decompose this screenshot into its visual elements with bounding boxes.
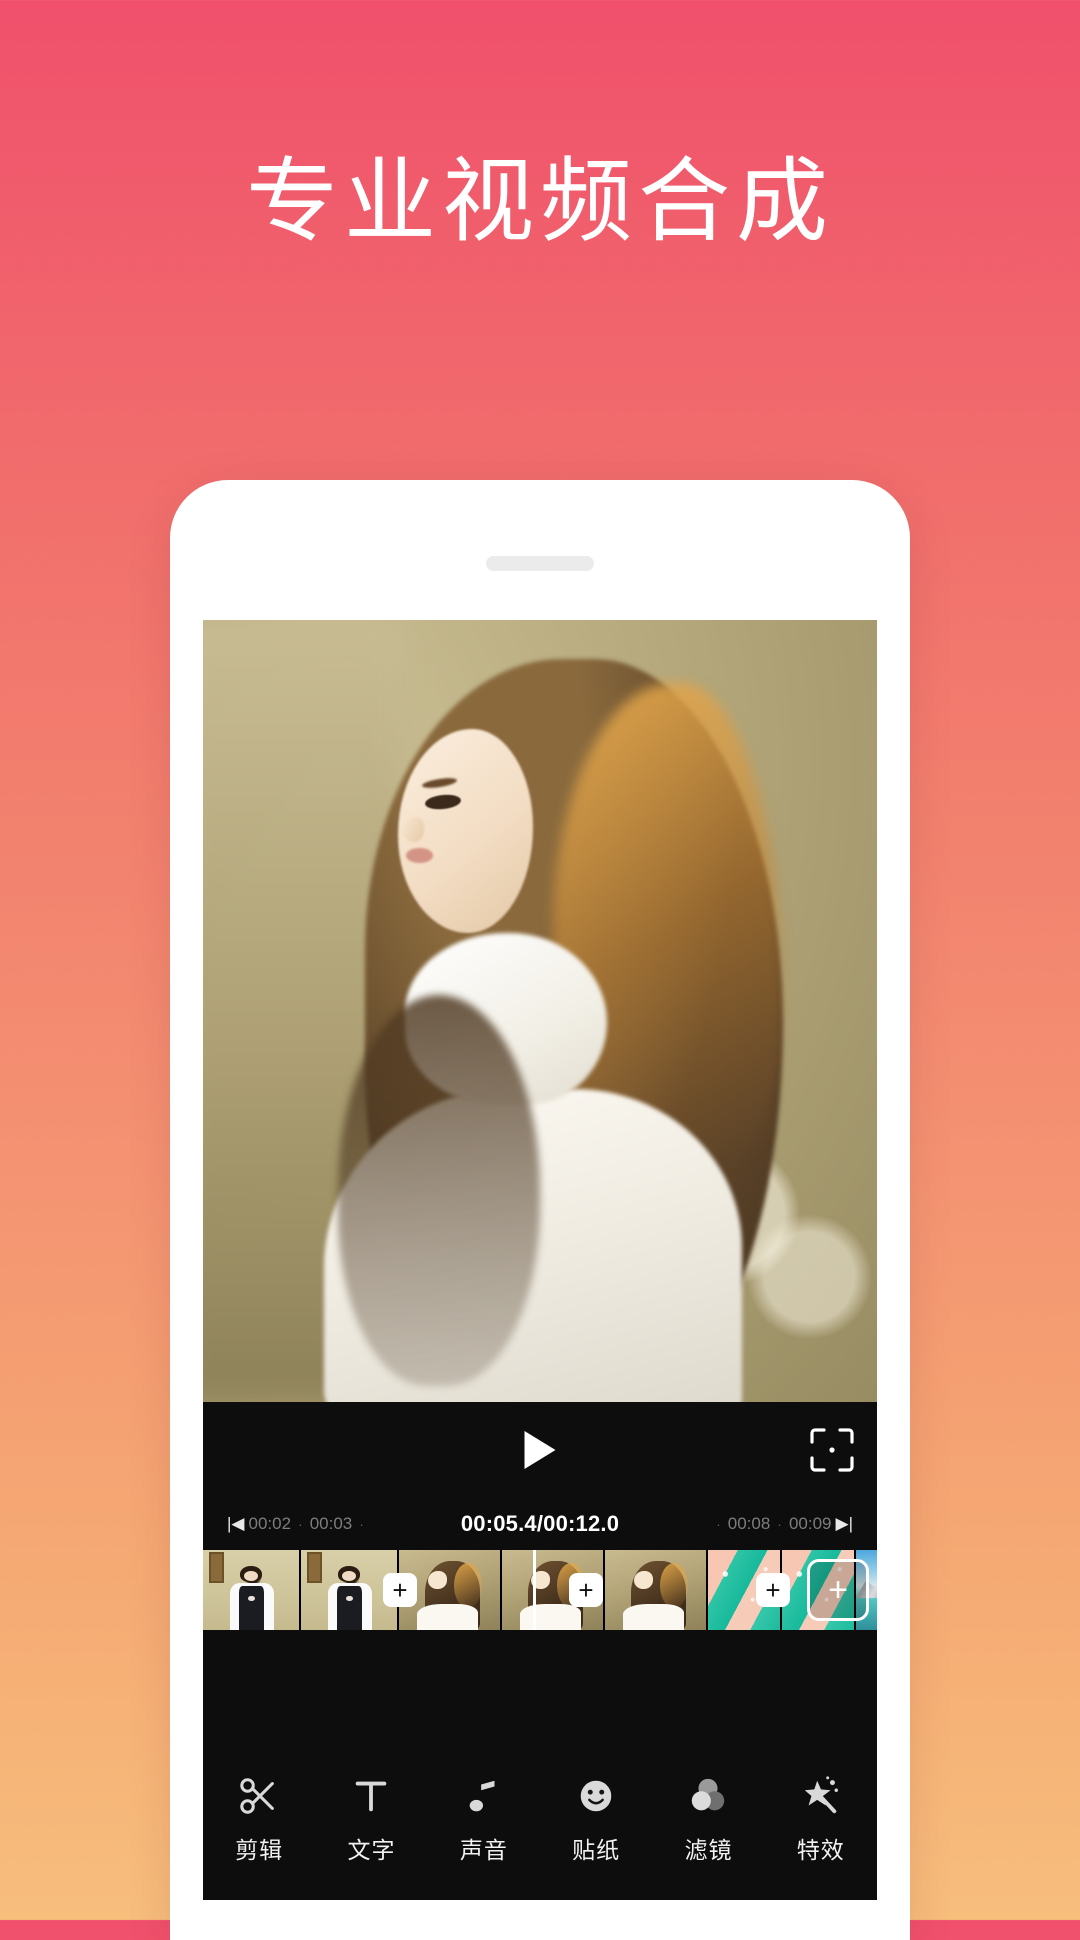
- thumb-decor: [520, 1604, 581, 1630]
- phone-mockup: |◀ 00:02 · 00:03 · 00:05.4/00:12.0 · 00:…: [170, 480, 910, 1940]
- smiley-icon: [575, 1775, 617, 1817]
- play-icon[interactable]: [524, 1431, 556, 1469]
- ruler-left-group: |◀ 00:02 · 00:03 ·: [223, 1514, 371, 1534]
- thumb-decor: [659, 1562, 688, 1608]
- text-t-icon: [350, 1775, 392, 1817]
- ruler-tick-dot: ·: [298, 1516, 303, 1532]
- timeline-filmstrip[interactable]: + + + +: [203, 1550, 877, 1630]
- bottom-toolbar: 剪辑 文字 声音 贴纸 滤镜 特效: [203, 1750, 877, 1900]
- table-row[interactable]: [203, 1550, 299, 1630]
- time-ruler[interactable]: |◀ 00:02 · 00:03 · 00:05.4/00:12.0 · 00:…: [203, 1498, 877, 1550]
- tool-audio[interactable]: 声音: [436, 1775, 532, 1865]
- ruler-right-group: · 00:08 · 00:09 ▶|: [709, 1514, 857, 1534]
- subject-hair-strand: [337, 995, 540, 1387]
- ruler-tick-dot: ·: [359, 1516, 364, 1532]
- tool-effects[interactable]: 特效: [773, 1775, 869, 1865]
- ruler-tick-dot: ·: [716, 1516, 721, 1532]
- add-clip-button[interactable]: +: [383, 1573, 417, 1607]
- tool-label: 滤镜: [684, 1838, 733, 1864]
- current-time-readout: 00:05.4/00:12.0: [460, 1511, 620, 1536]
- thumb-decor: [306, 1551, 323, 1583]
- add-clip-button[interactable]: +: [756, 1573, 790, 1607]
- tool-label: 贴纸: [572, 1838, 621, 1864]
- app-screen: |◀ 00:02 · 00:03 · 00:05.4/00:12.0 · 00:…: [203, 620, 877, 1900]
- tool-edit[interactable]: 剪辑: [211, 1775, 307, 1865]
- phone-speaker-grill: [486, 556, 594, 571]
- tool-filter[interactable]: 滤镜: [660, 1775, 756, 1865]
- ruler-tick-label: 00:02: [248, 1514, 292, 1533]
- table-row[interactable]: [603, 1550, 706, 1630]
- page-title: 专业视频合成: [245, 148, 834, 255]
- tool-label: 文字: [347, 1838, 396, 1864]
- filter-circles-icon: [687, 1775, 729, 1817]
- thumb-decor: [248, 1595, 255, 1602]
- tool-sticker[interactable]: 贴纸: [548, 1775, 644, 1865]
- scissors-icon: [238, 1775, 280, 1817]
- tool-text[interactable]: 文字: [323, 1775, 419, 1865]
- skip-to-end-icon[interactable]: ▶|: [832, 1514, 858, 1534]
- ruler-tick-label: 00:03: [309, 1514, 353, 1533]
- thumb-decor: [208, 1551, 225, 1583]
- tool-label: 声音: [459, 1838, 508, 1864]
- add-media-button[interactable]: +: [807, 1559, 869, 1621]
- playhead[interactable]: [533, 1550, 536, 1630]
- add-clip-button[interactable]: +: [569, 1573, 603, 1607]
- thumb-decor: [417, 1604, 478, 1630]
- subject-nose: [402, 817, 425, 843]
- thumb-decor: [337, 1586, 363, 1630]
- timeline-empty-area: [203, 1630, 877, 1740]
- tool-label: 剪辑: [235, 1838, 284, 1864]
- magic-wand-icon: [800, 1775, 842, 1817]
- thumb-decor: [239, 1586, 265, 1630]
- crop-frame-icon[interactable]: [809, 1427, 855, 1473]
- ruler-tick-label: 00:09: [788, 1514, 832, 1533]
- ruler-tick-label: 00:08: [727, 1514, 771, 1533]
- player-controls-bar: [203, 1402, 877, 1498]
- tool-label: 特效: [796, 1838, 845, 1864]
- ruler-tick-dot: ·: [777, 1516, 782, 1532]
- music-note-icon: [463, 1775, 505, 1817]
- thumb-decor: [342, 1570, 356, 1582]
- video-preview[interactable]: [203, 620, 877, 1402]
- thumb-decor: [453, 1562, 482, 1608]
- thumb-decor: [244, 1570, 258, 1582]
- skip-to-start-icon[interactable]: |◀: [223, 1514, 249, 1534]
- thumb-decor: [623, 1604, 684, 1630]
- thumb-decor: [346, 1595, 353, 1602]
